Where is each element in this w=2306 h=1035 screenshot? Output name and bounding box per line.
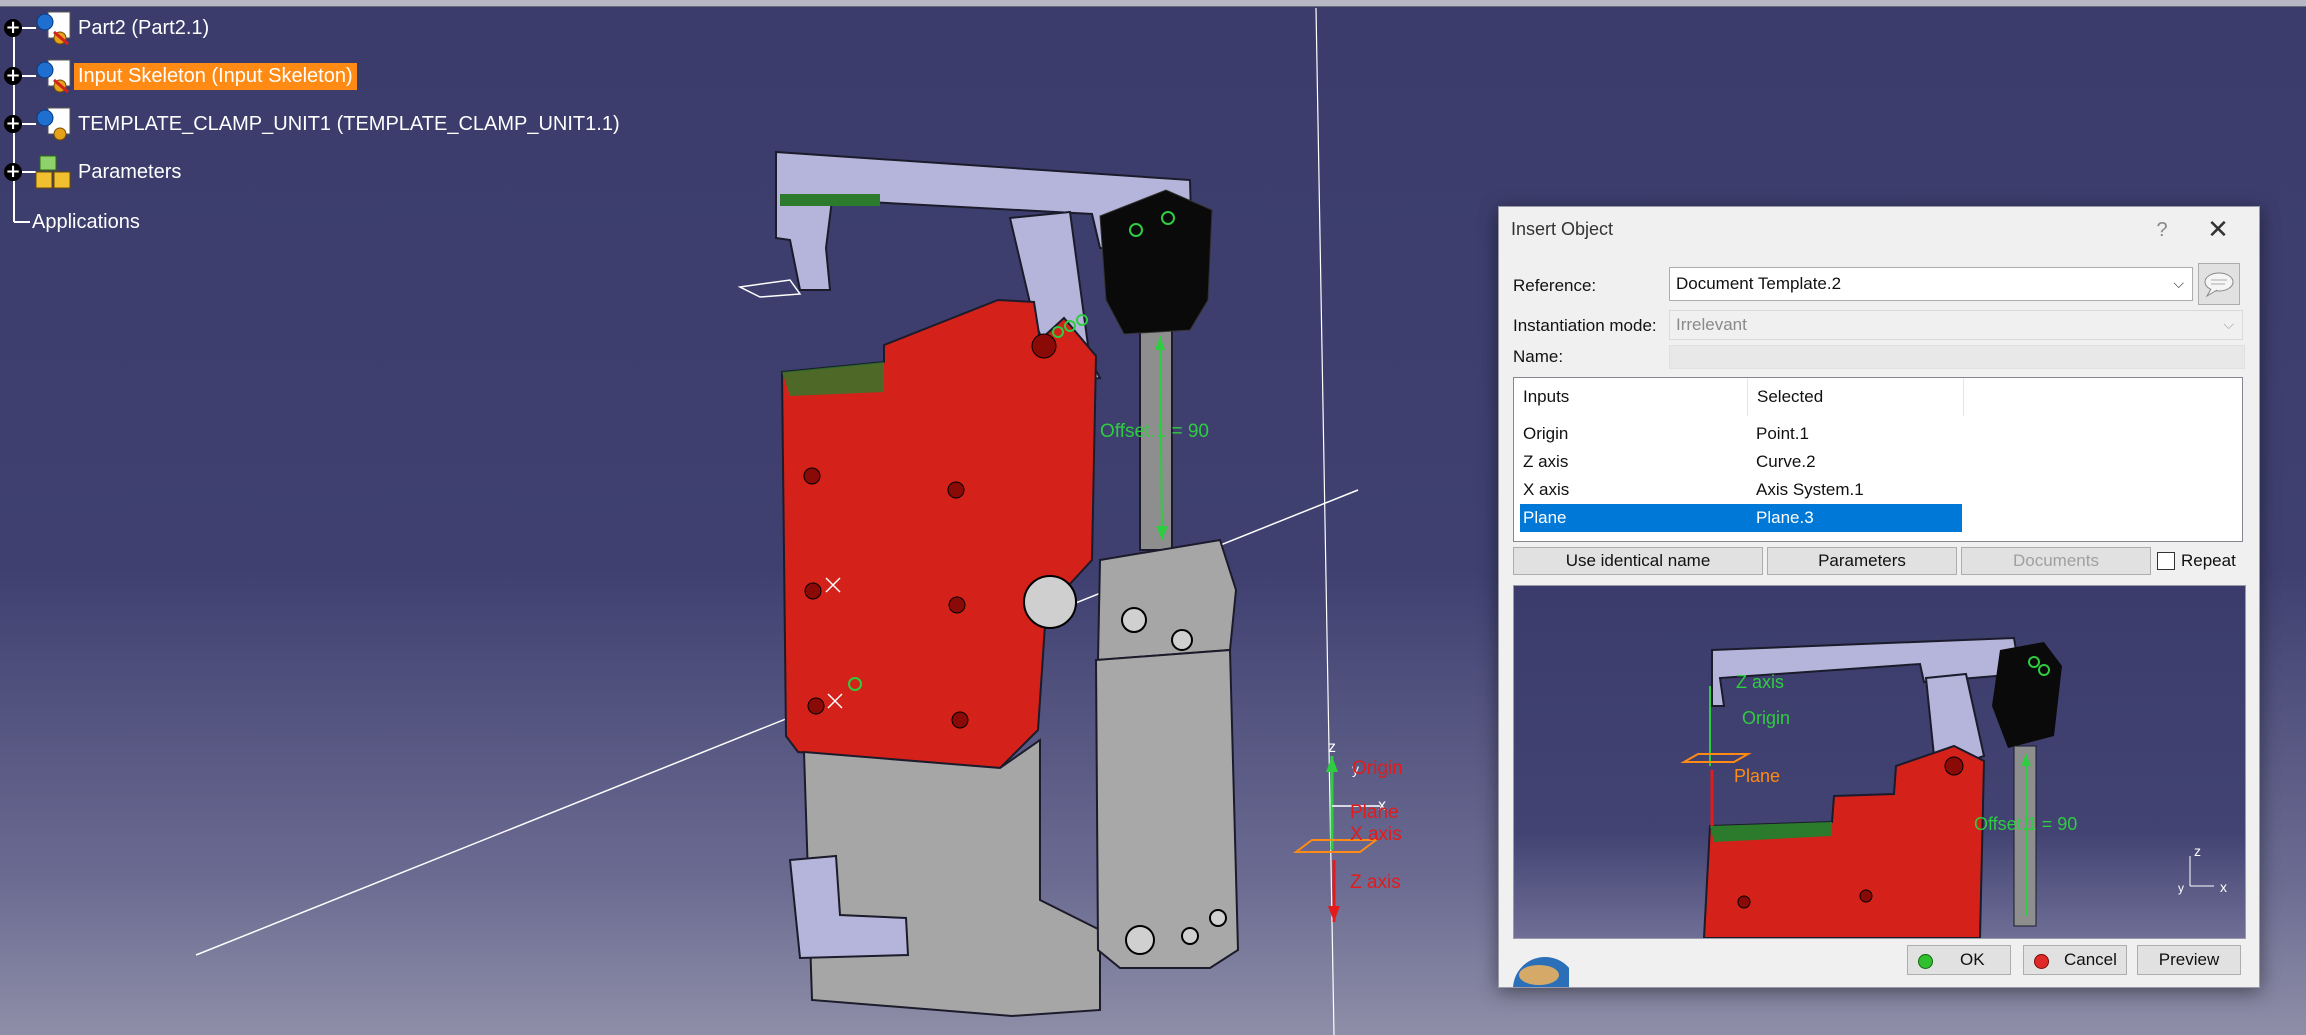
chevron-down-icon: ⌵ — [2173, 276, 2184, 292]
preview-compass-x: x — [2220, 879, 2227, 895]
dialog-title: Insert Object — [1511, 219, 1614, 239]
specification-tree: + Part2 (Part2.1) + Input Skeleton (Inpu… — [0, 8, 700, 238]
reference-label: Reference: — [1513, 276, 1597, 295]
preview-plane-label: Plane — [1734, 766, 1780, 786]
ok-button[interactable]: OK — [1907, 945, 2011, 975]
repeat-label[interactable]: Repeat — [2181, 551, 2236, 571]
reference-dropdown[interactable]: Document Template.2 ⌵ — [1669, 267, 2193, 301]
cancel-label: Cancel — [2064, 950, 2117, 969]
list-header: Inputs Selected — [1514, 378, 2242, 416]
repeat-checkbox[interactable] — [2157, 552, 2175, 570]
selected-value: Curve.2 — [1756, 452, 1816, 471]
tree-label-template-clamp-unit[interactable]: TEMPLATE_CLAMP_UNIT1 (TEMPLATE_CLAMP_UNI… — [78, 113, 620, 136]
reference-value: Document Template.2 — [1676, 274, 1842, 293]
preview-offset-label: Offset.1 = 90 — [1974, 814, 2077, 834]
axis-system-widget[interactable]: z x y Origin Plane X axis Z axis — [1293, 739, 1403, 922]
chevron-down-icon: ⌵ — [2223, 317, 2234, 333]
offset-label[interactable]: Offset.1 = 90 — [1100, 421, 1209, 442]
template-preview: Z axis Origin Plane Offset.1 = 90 z x y — [1513, 585, 2246, 939]
preview-button[interactable]: Preview — [2137, 945, 2241, 975]
globe-icon — [1513, 957, 1569, 987]
parameters-icon — [35, 155, 71, 189]
preview-origin-label: Origin — [1742, 708, 1790, 728]
close-button[interactable]: ✕ — [2201, 213, 2235, 247]
select-reference-button[interactable] — [2198, 263, 2240, 305]
tree-label-part2[interactable]: Part2 (Part2.1) — [78, 17, 209, 40]
expand-icon[interactable]: + — [4, 163, 22, 181]
preview-compass-z: z — [2194, 843, 2201, 859]
table-row[interactable]: Z axis Curve.2 — [1520, 448, 1962, 476]
z-axis-label: Z axis — [1350, 872, 1401, 893]
instantiation-mode-dropdown: Irrelevant ⌵ — [1669, 310, 2243, 340]
tree-label-input-skeleton[interactable]: Input Skeleton (Input Skeleton) — [74, 62, 357, 90]
x-axis-label: X axis — [1350, 824, 1402, 845]
input-name: Origin — [1523, 424, 1569, 443]
input-name: X axis — [1523, 480, 1570, 499]
part-icon — [36, 59, 71, 94]
column-header-selected[interactable]: Selected — [1748, 378, 1964, 416]
selected-value: Point.1 — [1756, 424, 1809, 443]
tree-label-applications[interactable]: Applications — [32, 211, 140, 234]
instantiation-mode-label: Instantiation mode: — [1513, 316, 1657, 335]
use-identical-name-button[interactable]: Use identical name — [1513, 547, 1763, 575]
tree-label-parameters[interactable]: Parameters — [78, 161, 181, 184]
ok-label: OK — [1960, 950, 1985, 969]
red-clamp-body[interactable] — [780, 298, 1098, 770]
expand-icon[interactable]: + — [4, 19, 22, 37]
expand-icon[interactable]: + — [4, 115, 22, 133]
preview-compass-y: y — [2178, 881, 2184, 895]
insert-object-dialog: Insert Object ? ✕ Reference: Document Te… — [1498, 206, 2260, 988]
selected-value: Plane.3 — [1756, 508, 1814, 527]
selected-value: Axis System.1 — [1756, 480, 1864, 499]
axis-z-letter: z — [1328, 739, 1336, 756]
preview-z-axis-label: Z axis — [1736, 672, 1784, 692]
table-row-selected[interactable]: Plane Plane.3 — [1520, 504, 1962, 532]
input-name: Plane — [1523, 508, 1567, 527]
input-name: Z axis — [1523, 452, 1569, 471]
name-label: Name: — [1513, 347, 1564, 366]
table-row[interactable]: Origin Point.1 — [1520, 420, 1962, 448]
green-dot-icon — [1918, 954, 1933, 969]
cancel-button[interactable]: Cancel — [2023, 945, 2127, 975]
name-field — [1669, 345, 2245, 369]
vertical-axis-line — [1315, 7, 1335, 1035]
speech-bubble-icon — [2204, 272, 2234, 298]
plane-label: Plane — [1350, 802, 1399, 823]
gray-base[interactable] — [788, 738, 1101, 1018]
help-button[interactable]: ? — [2145, 213, 2179, 247]
table-row[interactable]: X axis Axis System.1 — [1520, 476, 1962, 504]
part-icon — [36, 11, 71, 46]
origin-label: Origin — [1352, 758, 1403, 779]
inputs-list[interactable]: Inputs Selected Origin Point.1 Z axis Cu… — [1513, 377, 2243, 542]
part-icon — [36, 107, 71, 141]
parameters-button[interactable]: Parameters — [1767, 547, 1957, 575]
red-dot-icon — [2034, 954, 2049, 969]
column-header-inputs[interactable]: Inputs — [1514, 378, 1748, 416]
documents-button: Documents — [1961, 547, 2151, 575]
instantiation-mode-value: Irrelevant — [1676, 315, 1747, 334]
expand-icon[interactable]: + — [4, 67, 22, 85]
